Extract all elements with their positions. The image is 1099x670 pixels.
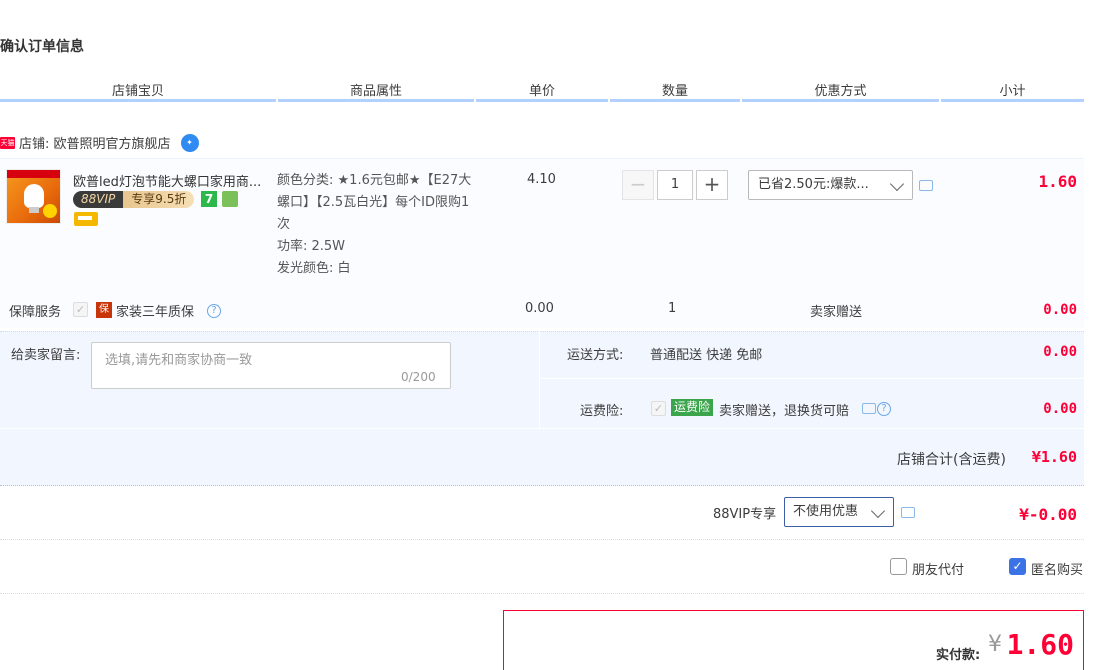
col-header-discount: 优惠方式 [742, 80, 939, 102]
anonymous-checkbox[interactable]: ✓ [1009, 558, 1026, 575]
vip-discount-badge: 88VIP 专享9.5折 [73, 191, 195, 208]
divider [0, 593, 1084, 594]
pay-currency: ¥ [988, 632, 1002, 657]
service-qty: 1 [668, 301, 677, 316]
anonymous-label[interactable]: 匿名购买 [1031, 559, 1083, 578]
shop-row: 天猫 店铺: 欧普照明官方旗舰店 ✦ [0, 133, 199, 152]
col-header-quantity: 数量 [610, 80, 740, 102]
chevron-down-icon [870, 503, 886, 519]
service-amount: 0.00 [1043, 302, 1077, 318]
qty-input[interactable]: 1 [657, 170, 693, 200]
unit-price: 4.10 [527, 172, 556, 187]
attr-power: 功率: 2.5W [277, 239, 346, 254]
service-checkbox[interactable]: ✓ [73, 302, 88, 317]
chevron-down-icon [889, 176, 905, 192]
shipping-label: 运送方式: [567, 348, 624, 363]
page-title: 确认订单信息 [0, 39, 84, 55]
divider [539, 331, 540, 428]
vip-badge-label: 88VIP [73, 191, 124, 208]
service-name: 家装三年质保 [116, 305, 195, 320]
pay-label: 实付款: [936, 648, 981, 663]
col-header-attributes: 商品属性 [278, 80, 474, 102]
tmall-badge-icon: 天猫 [0, 136, 15, 149]
discount-select[interactable]: 已省2.50元:爆款... [748, 170, 913, 200]
friend-pay-label[interactable]: 朋友代付 [912, 559, 964, 578]
attr-light-color: 发光颜色: 白 [277, 261, 351, 276]
product-attributes: 颜色分类: ★1.6元包邮★【E27大螺口】【2.5瓦白光】每个ID限购1次 功… [277, 170, 482, 280]
qty-minus-button[interactable]: − [622, 170, 654, 200]
vip-label: 88VIP专享 [713, 507, 777, 522]
shop-total-label: 店铺合计(含运费) [897, 452, 1006, 468]
quantity-stepper: − 1 + [622, 170, 728, 200]
col-header-shop-item: 店铺宝贝 [0, 80, 276, 102]
shop-total-amount: ¥1.60 [1031, 448, 1077, 466]
insurance-text: 卖家赠送，退换货可赔 [719, 404, 850, 419]
message-char-count: 0/200 [401, 370, 436, 384]
help-icon[interactable]: ? [207, 304, 221, 318]
gift-icon [222, 191, 238, 207]
insurance-label: 运费险: [580, 404, 624, 419]
qty-plus-button[interactable]: + [696, 170, 728, 200]
vip-discount-select[interactable]: 不使用优惠 [784, 497, 894, 527]
shipping-method: 普通配送 快递 免邮 [650, 348, 763, 363]
vip-select-value: 不使用优惠 [793, 504, 859, 519]
guarantee-icon: 保 [96, 302, 112, 318]
col-header-subtotal: 小计 [941, 80, 1084, 102]
message-placeholder: 选填,请先和商家协商一致 [105, 353, 253, 368]
product-thumbnail[interactable] [6, 169, 61, 224]
discount-select-value: 已省2.50元:爆款... [758, 177, 869, 192]
pay-amount: 1.60 [1006, 628, 1074, 661]
shipping-amount: 0.00 [1043, 344, 1077, 360]
vip-badge-discount: 专享9.5折 [123, 191, 195, 208]
service-mode: 卖家赠送 [810, 305, 863, 320]
service-label: 保障服务 [9, 305, 62, 320]
insurance-amount: 0.00 [1043, 401, 1077, 417]
service-price: 0.00 [525, 301, 554, 316]
comment-icon[interactable] [919, 180, 933, 191]
vip-discount-amount: ¥-0.00 [1019, 505, 1077, 524]
divider [0, 428, 1084, 429]
chat-seller-icon[interactable]: ✦ [180, 133, 199, 152]
seven-day-return-icon: 7 [201, 191, 217, 207]
item-subtotal: 1.60 [1038, 172, 1077, 191]
help-icon[interactable]: ? [877, 402, 891, 416]
friend-pay-checkbox[interactable] [890, 558, 907, 575]
product-name-link[interactable]: 欧普led灯泡节能大螺口家用商... [73, 171, 268, 190]
shop-name-link[interactable]: 店铺: 欧普照明官方旗舰店 [19, 133, 171, 152]
comment-icon[interactable] [862, 403, 876, 414]
divider [539, 378, 1084, 379]
divider [0, 539, 1084, 540]
col-header-unit-price: 单价 [476, 80, 608, 102]
message-label: 给卖家留言: [11, 348, 81, 363]
insurance-badge: 运费险 [671, 399, 714, 416]
credit-card-icon [74, 212, 98, 226]
insurance-checkbox[interactable]: ✓ [651, 401, 666, 416]
comment-icon[interactable] [901, 507, 915, 518]
attr-color: 颜色分类: ★1.6元包邮★【E27大螺口】【2.5瓦白光】每个ID限购1次 [277, 173, 472, 232]
